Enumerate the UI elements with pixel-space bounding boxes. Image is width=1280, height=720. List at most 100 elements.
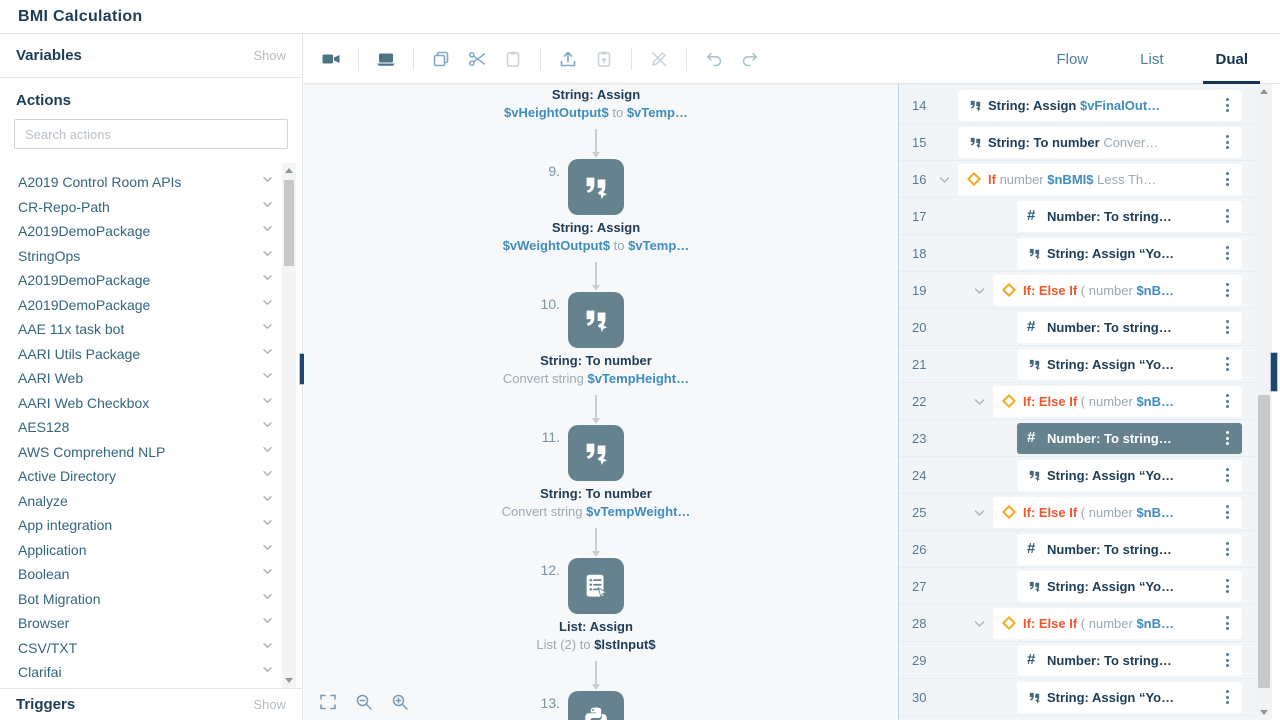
- zoom-out-icon[interactable]: [354, 692, 374, 712]
- sidebar-item-package[interactable]: AAE 11x task bot: [18, 317, 282, 342]
- sidebar-item-package[interactable]: Bot Migration: [18, 587, 282, 612]
- search-input[interactable]: [14, 119, 288, 149]
- sidebar-item-package[interactable]: Active Directory: [18, 464, 282, 489]
- kebab-menu-icon[interactable]: [1220, 615, 1234, 631]
- kebab-menu-icon[interactable]: [1220, 171, 1234, 187]
- python-icon[interactable]: [568, 691, 624, 720]
- collapse-chevron-icon[interactable]: [974, 509, 985, 517]
- action-card[interactable]: If: Else If ( number $nB…: [974, 385, 1242, 417]
- sidebar-item-package[interactable]: App integration: [18, 513, 282, 538]
- kebab-menu-icon[interactable]: [1220, 430, 1234, 446]
- triggers-show-button[interactable]: Show: [253, 697, 286, 712]
- copy-icon[interactable]: [428, 46, 454, 72]
- sidebar-item-package[interactable]: CR-Repo-Path: [18, 195, 282, 220]
- undo-icon[interactable]: [701, 46, 727, 72]
- action-card[interactable]: # Number: To string…: [1017, 533, 1242, 565]
- fit-to-screen-icon[interactable]: [318, 692, 338, 712]
- action-card[interactable]: # Number: To string…: [1017, 200, 1242, 232]
- action-card[interactable]: String: Assign “Yo…: [1017, 459, 1242, 491]
- kebab-menu-icon[interactable]: [1220, 541, 1234, 557]
- action-card[interactable]: # Number: To string…: [1017, 422, 1242, 454]
- sidebar-item-package[interactable]: AARI Utils Package: [18, 342, 282, 367]
- string-quote-icon[interactable]: [568, 292, 624, 348]
- sidebar-item-package[interactable]: Analyze: [18, 489, 282, 514]
- action-card[interactable]: If: Else If ( number $nB…: [974, 496, 1242, 528]
- record-camera-icon[interactable]: [318, 46, 344, 72]
- action-card[interactable]: String: To number Conver…: [958, 126, 1242, 158]
- flow-node[interactable]: 12.: [541, 558, 624, 614]
- tab-dual[interactable]: Dual: [1203, 34, 1260, 84]
- laptop-icon[interactable]: [373, 46, 399, 72]
- kebab-menu-icon[interactable]: [1220, 652, 1234, 668]
- cut-icon[interactable]: [464, 46, 490, 72]
- tab-list[interactable]: List: [1136, 34, 1167, 84]
- kebab-menu-icon[interactable]: [1220, 578, 1234, 594]
- kebab-menu-icon[interactable]: [1220, 208, 1234, 224]
- collapse-chevron-icon[interactable]: [939, 176, 950, 184]
- kebab-menu-icon[interactable]: [1220, 689, 1234, 705]
- action-card[interactable]: String: Assign “Yo…: [1017, 570, 1242, 602]
- kebab-menu-icon[interactable]: [1220, 356, 1234, 372]
- action-card[interactable]: String: Assign “Yo…: [1017, 681, 1242, 713]
- kebab-menu-icon[interactable]: [1220, 97, 1234, 113]
- action-card[interactable]: # Number: To string…: [1017, 644, 1242, 676]
- scroll-up-icon[interactable]: [1260, 89, 1268, 94]
- scrollbar-thumb[interactable]: [284, 180, 294, 266]
- scroll-up-icon[interactable]: [285, 168, 293, 173]
- kebab-menu-icon[interactable]: [1220, 393, 1234, 409]
- list-scrollbar[interactable]: [1256, 84, 1272, 720]
- action-card[interactable]: If: Else If ( number $nB…: [974, 607, 1242, 639]
- collapse-chevron-icon[interactable]: [974, 620, 985, 628]
- string-quote-icon[interactable]: [568, 425, 624, 481]
- action-card[interactable]: String: Assign “Yo…: [1017, 348, 1242, 380]
- action-card[interactable]: If number $nBMI$ Less Th…: [939, 163, 1242, 195]
- sidebar-item-package[interactable]: AES128: [18, 415, 282, 440]
- action-card[interactable]: String: Assign $vFinalOut…: [958, 89, 1242, 121]
- zoom-in-icon[interactable]: [390, 692, 410, 712]
- scrollbar-thumb[interactable]: [1258, 395, 1270, 688]
- sidebar-item-package[interactable]: StringOps: [18, 244, 282, 269]
- kebab-menu-icon[interactable]: [1220, 282, 1234, 298]
- flow-node[interactable]: 11.: [542, 425, 624, 481]
- flow-node[interactable]: 13.: [541, 691, 624, 720]
- collapse-chevron-icon[interactable]: [974, 287, 985, 295]
- upload-icon[interactable]: [555, 46, 581, 72]
- list-assign-icon[interactable]: [568, 558, 624, 614]
- action-card[interactable]: # Number: To string…: [1017, 311, 1242, 343]
- sidebar-item-package[interactable]: AARI Web: [18, 366, 282, 391]
- scroll-down-icon[interactable]: [285, 678, 293, 683]
- flow-node[interactable]: 10.: [541, 292, 624, 348]
- flow-canvas[interactable]: String: Assign $vHeightOutput$ to $vTemp……: [304, 84, 898, 720]
- sidebar-item-package[interactable]: A2019DemoPackage: [18, 268, 282, 293]
- sidebar-item-package[interactable]: Browser: [18, 611, 282, 636]
- string-quote-icon[interactable]: [568, 159, 624, 215]
- scroll-down-icon[interactable]: [1260, 710, 1268, 715]
- sidebar-item-package[interactable]: AARI Web Checkbox: [18, 391, 282, 416]
- sidebar-item-package[interactable]: A2019DemoPackage: [18, 293, 282, 318]
- sidebar-item-package[interactable]: A2019 Control Room APIs: [18, 170, 282, 195]
- tab-flow[interactable]: Flow: [1052, 34, 1092, 84]
- sidebar-item-package[interactable]: A2019DemoPackage: [18, 219, 282, 244]
- paste-icon[interactable]: [500, 46, 526, 72]
- pen-disabled-icon[interactable]: [646, 46, 672, 72]
- kebab-menu-icon[interactable]: [1220, 319, 1234, 335]
- variables-show-button[interactable]: Show: [253, 48, 286, 63]
- sidebar-item-package[interactable]: AWS Comprehend NLP: [18, 440, 282, 465]
- kebab-menu-icon[interactable]: [1220, 467, 1234, 483]
- kebab-menu-icon[interactable]: [1220, 504, 1234, 520]
- redo-icon[interactable]: [737, 46, 763, 72]
- collapse-chevron-icon[interactable]: [974, 398, 985, 406]
- clipboard-upload-icon[interactable]: [591, 46, 617, 72]
- sidebar-item-package[interactable]: Clarifai: [18, 660, 282, 685]
- right-panel-resize-grip[interactable]: [1270, 352, 1278, 392]
- flow-node[interactable]: 9.: [548, 159, 624, 215]
- row-text-fragment: Number: To string…: [1047, 652, 1172, 668]
- kebab-menu-icon[interactable]: [1220, 134, 1234, 150]
- sidebar-item-package[interactable]: Application: [18, 538, 282, 563]
- actions-scrollbar[interactable]: [282, 163, 296, 688]
- sidebar-item-package[interactable]: CSV/TXT: [18, 636, 282, 661]
- action-card[interactable]: If: Else If ( number $nB…: [974, 274, 1242, 306]
- action-card[interactable]: String: Assign “Yo…: [1017, 237, 1242, 269]
- sidebar-item-package[interactable]: Boolean: [18, 562, 282, 587]
- kebab-menu-icon[interactable]: [1220, 245, 1234, 261]
